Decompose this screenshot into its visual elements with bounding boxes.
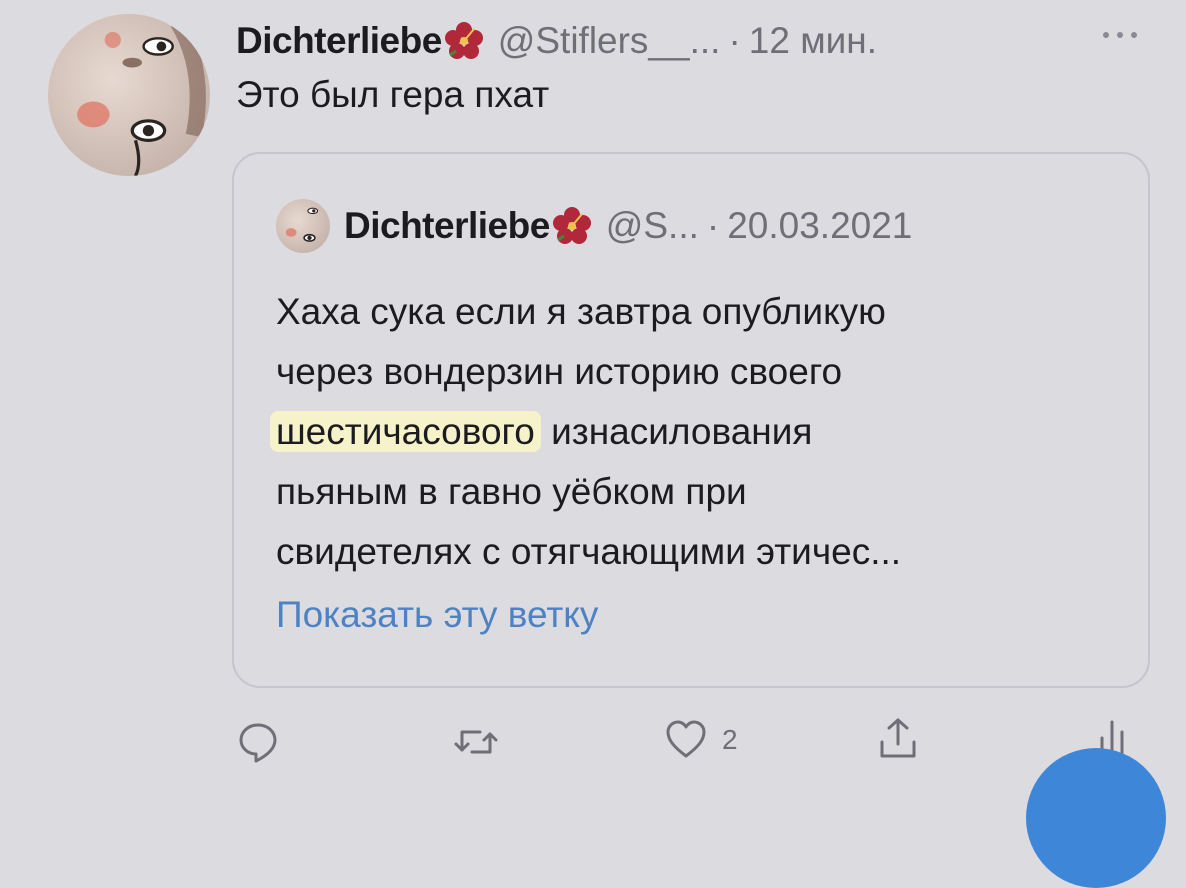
quoted-text-line: шестичасового изнасилования: [270, 402, 901, 462]
author-handle[interactable]: @Stiflers__...: [498, 20, 721, 62]
tweet-action-bar: 2: [0, 712, 1186, 772]
quoted-text-line: через вондерзин историю своего: [276, 351, 843, 392]
quoted-text-line: Хаха сука если я завтра опубликую: [276, 291, 886, 332]
quoted-tweet-card[interactable]: Dichterliebe @S... · 20.03.2021 Хаха сук…: [232, 152, 1150, 688]
hibiscus-flower-icon: [552, 206, 592, 246]
compose-fab-button[interactable]: [1026, 748, 1166, 888]
reply-bubble-icon: [239, 723, 277, 763]
like-button[interactable]: 2: [664, 718, 738, 762]
quoted-tweet-date: 20.03.2021: [727, 205, 913, 246]
like-count: 2: [722, 724, 738, 755]
author-avatar[interactable]: [48, 14, 210, 176]
more-dots-icon[interactable]: [1098, 28, 1142, 42]
tweet-time[interactable]: 12 мин.: [749, 20, 877, 62]
quoted-text-line: свидетелях с отягчающими этичес...: [276, 531, 902, 572]
quoted-text-line: пьяным в гавно уёбком при: [276, 471, 747, 512]
separator-dot: ·: [706, 205, 720, 246]
quoted-text-fragment: изнасилования: [540, 411, 813, 452]
heart-icon: [666, 720, 706, 758]
tweet-text: Это был гера пхат: [236, 74, 550, 115]
quoted-author-avatar: [276, 199, 330, 253]
highlighted-word: шестичасового: [270, 411, 541, 452]
retweet-button[interactable]: [452, 720, 500, 764]
show-thread-link[interactable]: Показать эту ветку: [276, 594, 598, 636]
retweet-icon: [454, 730, 498, 754]
share-button[interactable]: [876, 716, 920, 760]
quoted-author-display-name: Dichterliebe: [344, 205, 550, 246]
author-display-name[interactable]: Dichterliebe: [236, 20, 442, 62]
separator-dot: ·: [728, 20, 741, 61]
quoted-author-handle: @S...: [605, 205, 699, 246]
reply-button[interactable]: [236, 720, 280, 764]
share-icon: [880, 718, 916, 758]
quoted-tweet-text: Хаха сука если я завтра опубликую через …: [270, 282, 902, 582]
quoted-tweet-header: Dichterliebe @S... · 20.03.2021: [276, 198, 912, 254]
tweet-header: Dichterliebe @Stiflers__... · 12 мин.: [236, 16, 877, 66]
hibiscus-flower-icon: [444, 21, 484, 61]
